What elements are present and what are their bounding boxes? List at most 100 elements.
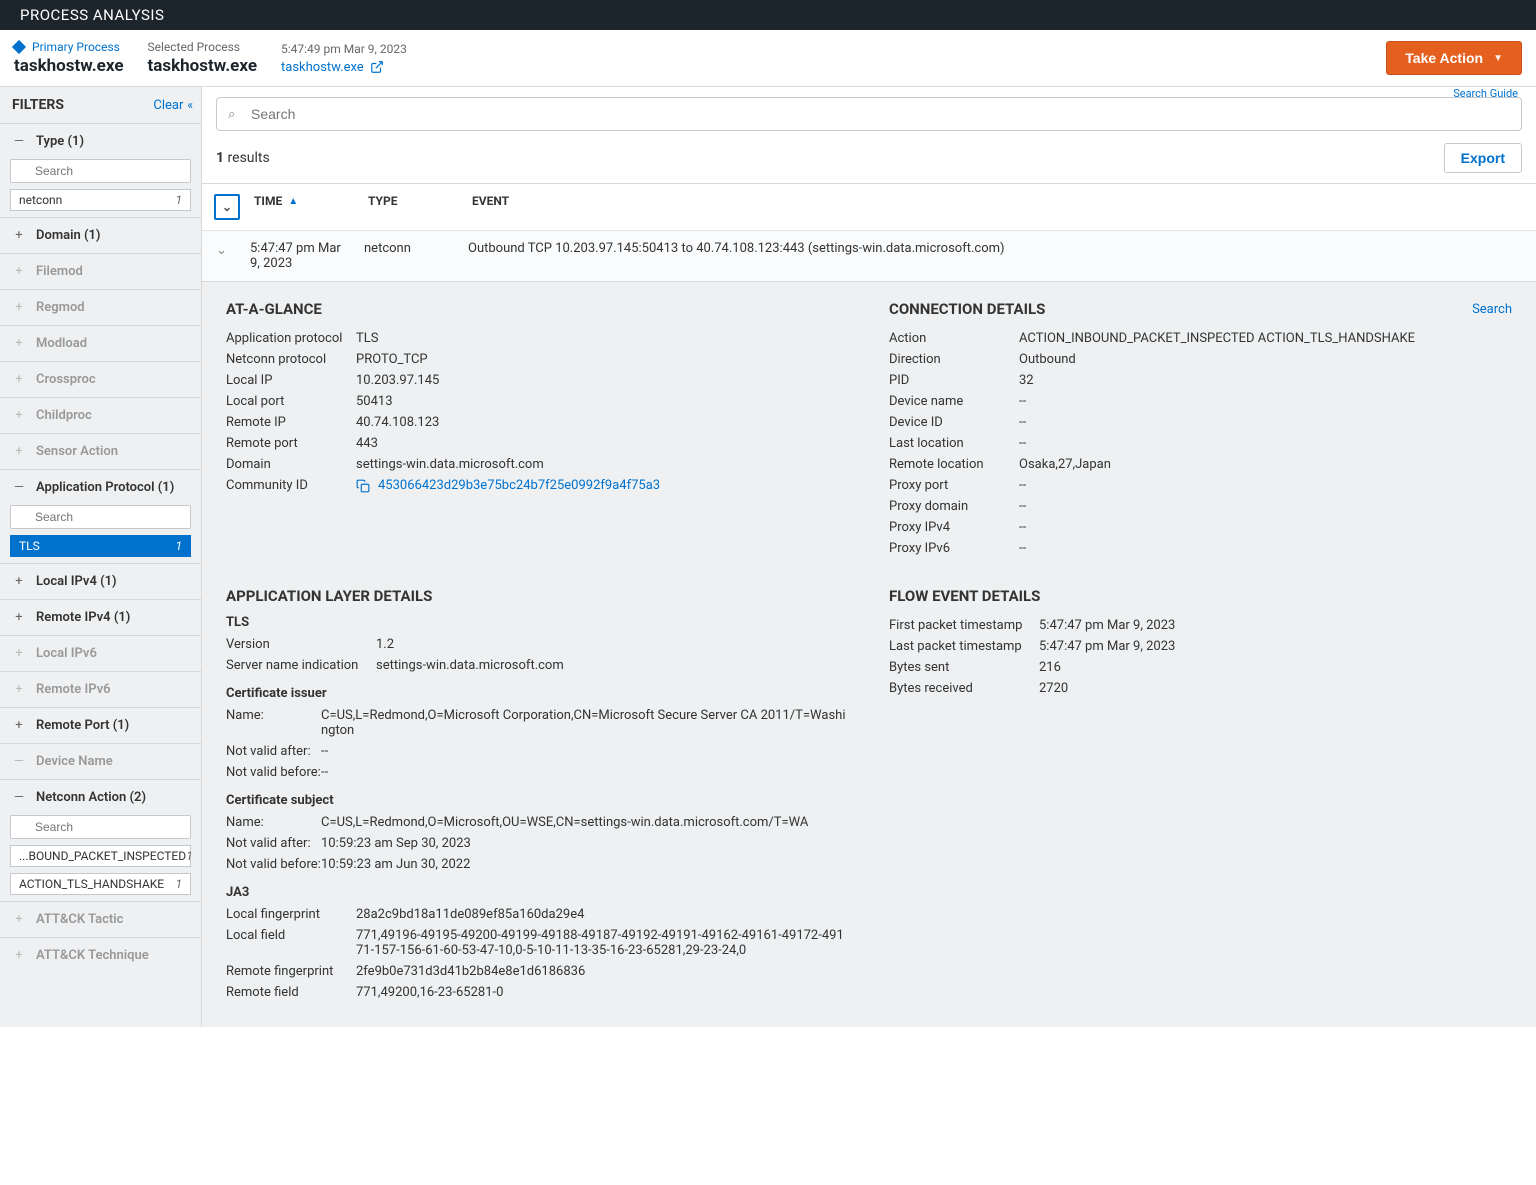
value-subject-nvb: 10:59:23 am Jun 30, 2022 — [321, 857, 849, 872]
facet-crossproc[interactable]: +Crossproc — [0, 362, 201, 397]
tls-subhead: TLS — [226, 615, 849, 630]
column-time[interactable]: TIME▲ — [254, 194, 354, 208]
minus-icon: — — [12, 790, 26, 805]
chevron-down-icon: ⌄ — [222, 200, 232, 214]
facet-approtocol-search[interactable] — [10, 505, 191, 529]
facet-netconn-action[interactable]: —Netconn Action (2) — [0, 780, 201, 815]
filter-pill-tls[interactable]: TLS1 — [10, 535, 191, 557]
value-device-name: -- — [1019, 394, 1512, 409]
facet-remote-ipv6[interactable]: +Remote IPv6 — [0, 672, 201, 707]
facet-modload[interactable]: +Modload — [0, 326, 201, 361]
value-proxy-port: -- — [1019, 478, 1512, 493]
column-event[interactable]: EVENT — [472, 194, 1522, 208]
value-subject-name: C=US,L=Redmond,O=Microsoft,OU=WSE,CN=set… — [321, 815, 849, 830]
value-issuer-nvb: -- — [321, 765, 849, 780]
plus-icon: + — [12, 610, 26, 625]
results-count: 1 results — [216, 150, 270, 166]
value-last-location: -- — [1019, 436, 1512, 451]
value-bytes-sent: 216 — [1039, 660, 1512, 675]
facet-childproc[interactable]: +Childproc — [0, 398, 201, 433]
search-guide-link[interactable]: Search Guide — [1453, 87, 1518, 100]
filter-pill-bound-packet[interactable]: ...BOUND_PACKET_INSPECTED1 — [10, 845, 191, 867]
take-action-button[interactable]: Take Action▼ — [1386, 41, 1522, 75]
facet-attack-tactic[interactable]: +ATT&CK Tactic — [0, 902, 201, 937]
plus-icon: + — [12, 300, 26, 315]
filter-pill-netconn[interactable]: netconn1 — [10, 189, 191, 211]
facet-type[interactable]: —Type (1) — [0, 124, 201, 159]
sort-asc-icon: ▲ — [288, 196, 298, 207]
column-type[interactable]: TYPE — [368, 194, 458, 208]
clear-filters-link[interactable]: Clear« — [153, 98, 189, 113]
selected-process-name: taskhostw.exe — [148, 56, 258, 76]
plus-icon: + — [12, 444, 26, 459]
value-local-field: 771,49196-49195-49200-49199-49188-49187-… — [356, 928, 849, 958]
page-title: PROCESS ANALYSIS — [20, 6, 164, 24]
primary-process-block: Primary Process taskhostw.exe — [14, 30, 148, 86]
value-tls-version: 1.2 — [376, 637, 849, 652]
plus-icon: + — [12, 912, 26, 927]
cert-issuer-subhead: Certificate issuer — [226, 686, 849, 701]
value-netconn-protocol: PROTO_TCP — [356, 352, 849, 367]
minus-icon: — — [12, 480, 26, 495]
community-id-link[interactable]: 453066423d29b3e75bc24b7f25e0992f9a4f75a3 — [356, 478, 849, 493]
filters-title: FILTERS — [12, 97, 64, 113]
row-expand-toggle[interactable]: ⌄ — [216, 241, 236, 258]
facet-remote-ipv4[interactable]: +Remote IPv4 (1) — [0, 600, 201, 635]
facet-sensor-action[interactable]: +Sensor Action — [0, 434, 201, 469]
value-remote-fingerprint: 2fe9b0e731d3d41b2b84e8e1d6186836 — [356, 964, 849, 979]
ja3-subhead: JA3 — [226, 885, 849, 900]
process-link[interactable]: taskhostw.exe — [281, 60, 407, 75]
flow-event-title: FLOW EVENT DETAILS — [889, 587, 1512, 605]
cert-subject-subhead: Certificate subject — [226, 793, 849, 808]
copy-icon — [356, 479, 370, 493]
facet-netconn-action-search[interactable] — [10, 815, 191, 839]
value-device-id: -- — [1019, 415, 1512, 430]
plus-icon: + — [12, 372, 26, 387]
facet-regmod[interactable]: +Regmod — [0, 290, 201, 325]
facet-application-protocol[interactable]: —Application Protocol (1) — [0, 470, 201, 505]
double-chevron-left-icon: « — [187, 98, 189, 112]
plus-icon: + — [12, 682, 26, 697]
filters-sidebar: FILTERS Clear« —Type (1) ⌕ netconn1 +Dom… — [0, 87, 202, 1027]
filter-pill-tls-handshake[interactable]: ACTION_TLS_HANDSHAKE1 — [10, 873, 191, 895]
connection-details-title: CONNECTION DETAILSSearch — [889, 300, 1512, 318]
chevron-down-icon: ▼ — [1493, 53, 1503, 64]
topbar: PROCESS ANALYSIS — [0, 0, 1536, 30]
at-a-glance-title: AT-A-GLANCE — [226, 300, 849, 318]
table-row[interactable]: ⌄ 5:47:47 pm Mar 9, 2023 netconn Outboun… — [202, 231, 1536, 281]
value-issuer-name: C=US,L=Redmond,O=Microsoft Corporation,C… — [321, 708, 849, 738]
minus-icon: — — [12, 134, 26, 149]
export-button[interactable]: Export — [1444, 143, 1522, 173]
value-proxy-ipv6: -- — [1019, 541, 1512, 556]
facet-filemod[interactable]: +Filemod — [0, 254, 201, 289]
facet-attack-technique[interactable]: +ATT&CK Technique — [0, 938, 201, 973]
value-remote-port: 443 — [356, 436, 849, 451]
plus-icon: + — [12, 718, 26, 733]
value-issuer-nva: -- — [321, 744, 849, 759]
plus-icon: + — [12, 336, 26, 351]
process-timestamp: 5:47:49 pm Mar 9, 2023 — [281, 42, 407, 56]
plus-icon: + — [12, 574, 26, 589]
facet-type-search[interactable] — [10, 159, 191, 183]
primary-process-label: Primary Process — [14, 40, 124, 54]
diamond-icon — [12, 40, 26, 54]
connection-search-link[interactable]: Search — [1472, 302, 1512, 317]
results-table: ⌄ TIME▲ TYPE EVENT ⌄ 5:47:47 pm Mar 9, 2… — [202, 183, 1536, 282]
value-remote-ip: 40.74.108.123 — [356, 415, 849, 430]
facet-local-ipv4[interactable]: +Local IPv4 (1) — [0, 564, 201, 599]
facet-device-name[interactable]: —Device Name — [0, 744, 201, 779]
value-local-fingerprint: 28a2c9bd18a11de089ef85a160da29e4 — [356, 907, 849, 922]
plus-icon: + — [12, 228, 26, 243]
search-icon: ⌕ — [228, 107, 235, 122]
expand-all-toggle[interactable]: ⌄ — [214, 194, 240, 220]
facet-local-ipv6[interactable]: +Local IPv6 — [0, 636, 201, 671]
value-sni: settings-win.data.microsoft.com — [376, 658, 849, 673]
facet-domain[interactable]: +Domain (1) — [0, 218, 201, 253]
plus-icon: + — [12, 264, 26, 279]
value-subject-nva: 10:59:23 am Sep 30, 2023 — [321, 836, 849, 851]
value-direction: Outbound — [1019, 352, 1512, 367]
facet-remote-port[interactable]: +Remote Port (1) — [0, 708, 201, 743]
search-input[interactable] — [216, 97, 1522, 131]
app-layer-title: APPLICATION LAYER DETAILS — [226, 587, 849, 605]
cell-time: 5:47:47 pm Mar 9, 2023 — [250, 241, 350, 271]
